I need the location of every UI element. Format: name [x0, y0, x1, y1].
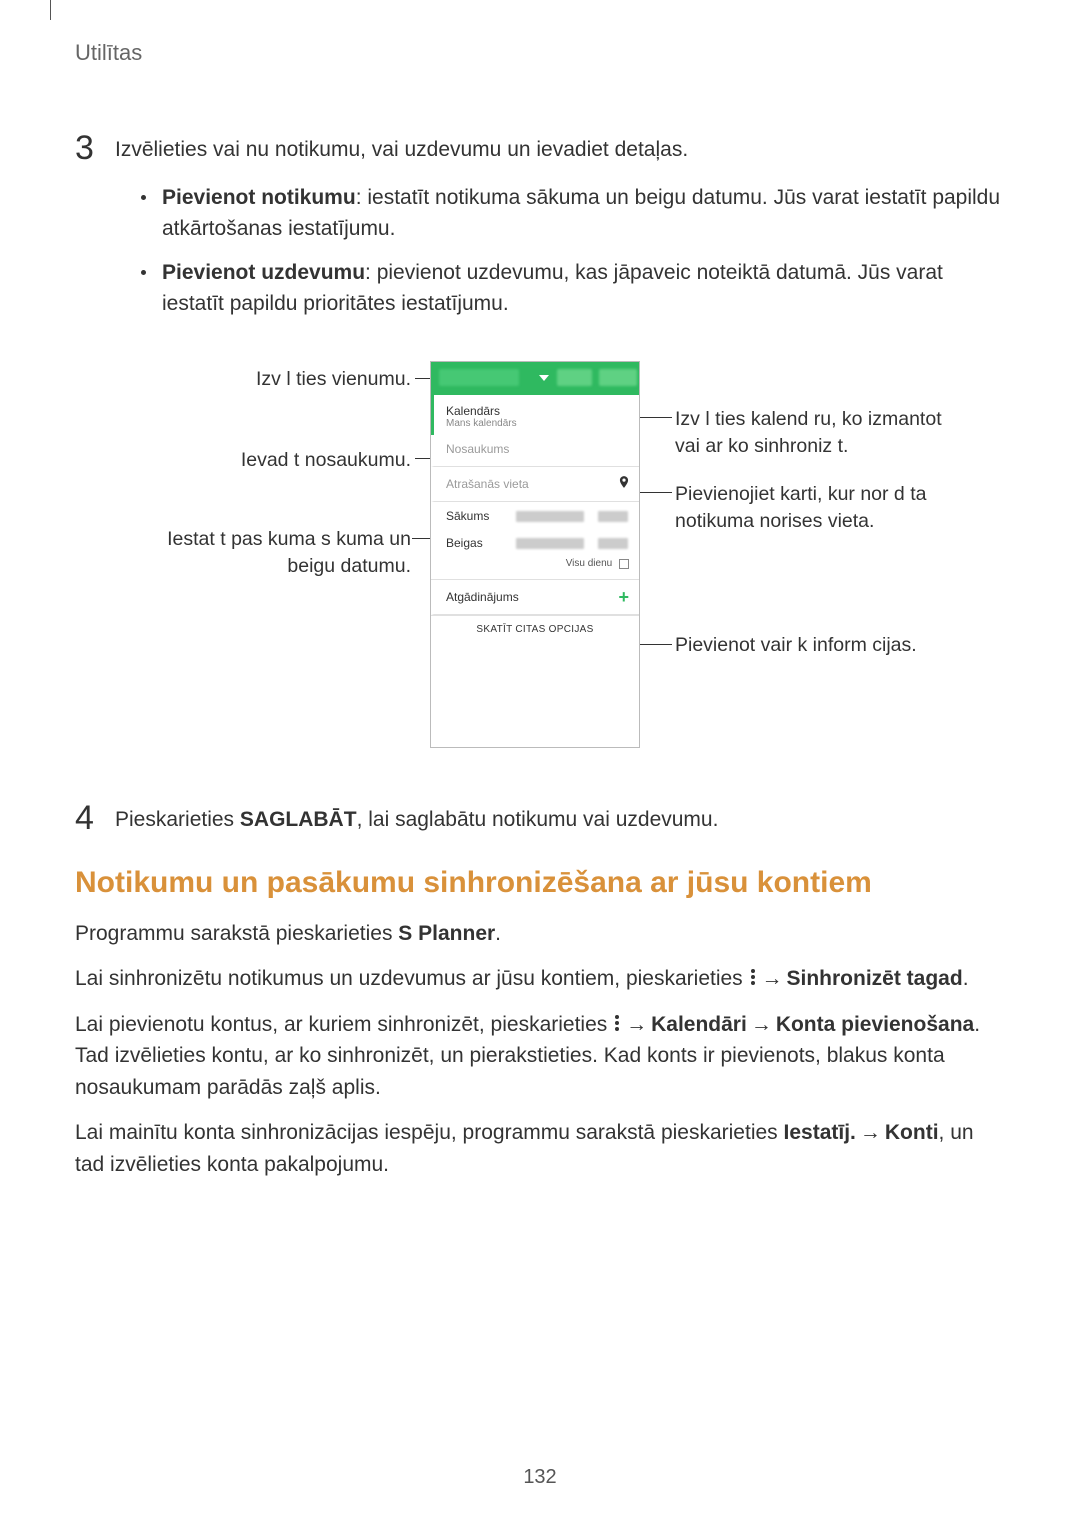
- mock-label: Atgādinājums: [446, 590, 519, 604]
- text: .: [963, 967, 969, 990]
- text: Lai pievienotu kontus, ar kuriem sinhron…: [75, 1013, 613, 1036]
- mock-all-day: Visu dienu: [431, 556, 639, 580]
- callout-attach-map: Pievienojiet karti, kur nor d ta notikum…: [675, 481, 985, 534]
- section-heading: Notikumu un pasākumu sinhronizēšana ar j…: [75, 866, 1005, 900]
- callout-select-item: Izv l ties vienumu.: [256, 366, 411, 392]
- callout-more-info: Pievienot vair k inform cijas.: [675, 632, 985, 658]
- callout-select-calendar: Izv l ties kalend ru, ko izmantot vai ar…: [675, 406, 985, 459]
- callout-line: Iestat t pas kuma s kuma un: [167, 528, 411, 550]
- mock-field-name: Nosaukums: [431, 435, 639, 467]
- step-4: 4 Pieskarieties SAGLABĀT, lai saglabātu …: [75, 801, 1005, 835]
- mock-sublabel: Mans kalendārs: [446, 418, 629, 429]
- more-icon: [751, 967, 756, 987]
- bold-text: Konti: [885, 1121, 939, 1144]
- mock-field-end: Beigas: [431, 529, 639, 556]
- callout-line: vai ar ko sinhroniz t.: [675, 435, 848, 457]
- step-number: 4: [75, 801, 115, 835]
- bullet-list: Pievienot notikumu: iestatīt notikuma sā…: [115, 183, 1005, 319]
- bullet-dot: [141, 195, 146, 200]
- blurred-text: [557, 369, 592, 386]
- page-header: Utilītas: [75, 40, 1005, 66]
- text: Lai sinhronizētu notikumus un uzdevumus …: [75, 967, 749, 990]
- callout-set-dates: Iestat t pas kuma s kuma un beigu datumu…: [151, 526, 411, 579]
- step3-intro: Izvēlieties vai nu notikumu, vai uzdevum…: [115, 138, 688, 161]
- connector-line: [640, 644, 672, 645]
- callout-line: notikuma norises vieta.: [675, 510, 874, 532]
- page-number: 132: [0, 1466, 1080, 1489]
- mock-field-start: Sākums: [431, 502, 639, 529]
- callout-line: Pievienojiet karti, kur nor d ta: [675, 483, 926, 505]
- bullet-item: Pievienot notikumu: iestatīt notikuma sā…: [115, 183, 1005, 244]
- mock-field-location: Atrašanās vieta: [431, 467, 639, 502]
- bold-text: S Planner: [398, 922, 495, 945]
- arrow-icon: →: [626, 1013, 647, 1036]
- mock-more-options: SKATĪT CITAS OPCIJAS: [431, 615, 639, 643]
- paragraph: Lai pievienotu kontus, ar kuriem sinhron…: [75, 1009, 1005, 1104]
- bullet-item: Pievienot uzdevumu: pievienot uzdevumu, …: [115, 258, 1005, 319]
- mock-label: Beigas: [446, 536, 483, 550]
- paragraph: Lai mainītu konta sinhronizācijas iespēj…: [75, 1117, 1005, 1180]
- step-body: Izvēlieties vai nu notikumu, vai uzdevum…: [115, 131, 1005, 333]
- pin-icon: [617, 473, 631, 491]
- blurred-text: [516, 511, 584, 522]
- plus-icon: +: [618, 587, 629, 608]
- more-icon: [615, 1013, 620, 1033]
- checkbox-icon: [619, 559, 629, 569]
- step-body: Pieskarieties SAGLABĀT, lai saglabātu no…: [115, 801, 1005, 835]
- bullet-bold: Pievienot uzdevumu: [162, 261, 365, 284]
- mock-field-calendar: Kalendārs Mans kalendārs: [431, 395, 639, 435]
- step-number: 3: [75, 131, 115, 333]
- connector-line: [640, 417, 672, 418]
- blurred-text: [599, 369, 637, 386]
- callout-line: Izv l ties kalend ru, ko izmantot: [675, 408, 942, 430]
- bullet-dot: [141, 270, 146, 275]
- document-page: Utilītas 3 Izvēlieties vai nu notikumu, …: [0, 0, 1080, 1180]
- arrow-icon: →: [762, 967, 783, 990]
- mock-label: Atrašanās vieta: [446, 477, 529, 491]
- text: Programmu sarakstā pieskarieties: [75, 922, 398, 945]
- bold-text: Iestatīj.: [784, 1121, 856, 1144]
- bullet-bold: Pievienot notikumu: [162, 186, 356, 209]
- blurred-text: [439, 369, 519, 386]
- paragraph: Lai sinhronizētu notikumus un uzdevumus …: [75, 963, 1005, 995]
- bold-text: Konta pievienošana: [776, 1013, 974, 1036]
- arrow-icon: →: [751, 1013, 772, 1036]
- mock-label: Sākums: [446, 509, 489, 523]
- mock-label: Nosaukums: [446, 442, 509, 456]
- text: , lai saglabātu notikumu vai uzdevumu.: [357, 808, 719, 831]
- arrow-icon: →: [860, 1121, 881, 1144]
- paragraph: Programmu sarakstā pieskarieties S Plann…: [75, 918, 1005, 950]
- blurred-text: [598, 511, 628, 522]
- blurred-text: [598, 538, 628, 549]
- text: Lai mainītu konta sinhronizācijas iespēj…: [75, 1121, 784, 1144]
- chevron-down-icon: [539, 375, 549, 381]
- blurred-text: [516, 538, 584, 549]
- mock-field-reminder: Atgādinājums +: [431, 580, 639, 615]
- annotated-diagram: Izv l ties vienumu. Ievad t nosaukumu. I…: [115, 361, 985, 761]
- callout-line: beigu datumu.: [287, 555, 411, 577]
- connector-line: [639, 492, 672, 493]
- text: Pieskarieties: [115, 808, 240, 831]
- callout-enter-name: Ievad t nosaukumu.: [241, 447, 411, 473]
- mock-label: Kalendārs: [446, 404, 500, 418]
- text: .: [495, 922, 501, 945]
- bold-text: Kalendāri: [651, 1013, 747, 1036]
- mock-toolbar: [431, 362, 639, 395]
- step-3: 3 Izvēlieties vai nu notikumu, vai uzdev…: [75, 131, 1005, 333]
- mock-label: Visu dienu: [566, 558, 613, 569]
- phone-mockup: Kalendārs Mans kalendārs Nosaukums Atraš…: [430, 361, 640, 748]
- bold-text: Sinhronizēt tagad: [787, 967, 963, 990]
- bold-text: SAGLABĀT: [240, 808, 357, 831]
